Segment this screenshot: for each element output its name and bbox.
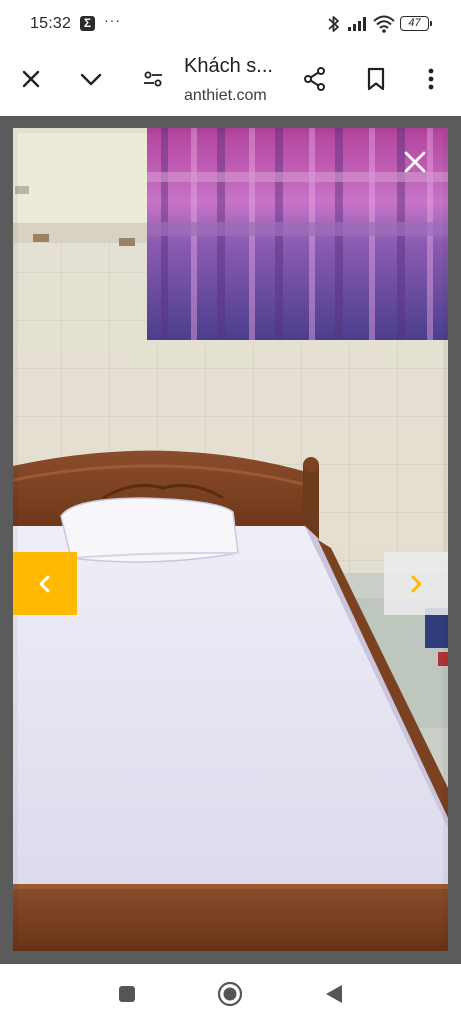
more-vert-icon xyxy=(428,68,434,90)
page-url-text: anthiet.com xyxy=(184,87,267,104)
chevron-right-icon xyxy=(411,575,422,592)
bookmark-button[interactable] xyxy=(359,62,393,96)
chevron-left-icon xyxy=(39,575,50,592)
close-icon xyxy=(22,70,40,88)
back-icon xyxy=(326,985,342,1003)
back-button[interactable] xyxy=(321,981,347,1007)
wifi-icon xyxy=(372,12,396,36)
share-icon xyxy=(304,67,325,91)
status-time: 15:32 xyxy=(30,15,72,32)
home-icon xyxy=(217,981,243,1007)
page-url[interactable]: anthiet.com xyxy=(184,87,294,105)
bluetooth-icon xyxy=(326,12,342,36)
tune-icon xyxy=(144,71,162,87)
status-bar: 15:32 Σ ··· 47 xyxy=(0,0,461,48)
recents-icon xyxy=(119,986,135,1002)
system-navigation-bar xyxy=(0,964,461,1024)
page-title[interactable]: Khách s... xyxy=(184,55,294,78)
share-button[interactable] xyxy=(298,62,332,96)
notification-sigma-icon: Σ xyxy=(80,16,95,31)
next-image-button[interactable] xyxy=(384,552,448,615)
signal-icon xyxy=(346,12,370,36)
more-notifications-icon: ··· xyxy=(104,12,121,28)
page-settings-button[interactable] xyxy=(136,62,170,96)
chevron-down-icon xyxy=(80,73,102,86)
battery-icon: 47 xyxy=(400,12,434,36)
home-button[interactable] xyxy=(217,981,243,1007)
battery-tip xyxy=(430,21,432,26)
battery-level: 47 xyxy=(400,16,429,31)
close-gallery-button[interactable] xyxy=(399,146,431,178)
gallery-photo[interactable] xyxy=(13,128,448,951)
previous-image-button[interactable] xyxy=(13,552,77,615)
hotel-room-image xyxy=(13,128,448,951)
close-tab-button[interactable] xyxy=(14,62,48,96)
browser-toolbar: Khách s... anthiet.com xyxy=(0,48,461,114)
minimize-tab-button[interactable] xyxy=(74,62,108,96)
close-icon xyxy=(404,151,426,173)
more-options-button[interactable] xyxy=(414,62,448,96)
recents-button[interactable] xyxy=(114,981,140,1007)
image-viewer xyxy=(0,116,461,964)
bookmark-icon xyxy=(367,67,385,91)
